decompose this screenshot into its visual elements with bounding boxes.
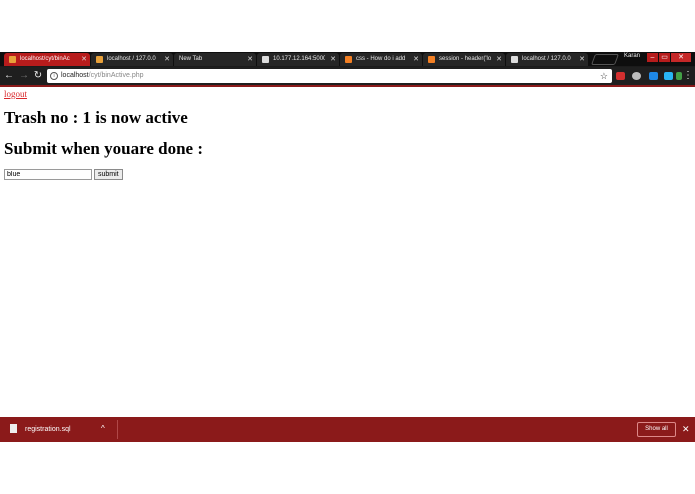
minimize-icon[interactable]: – <box>647 53 658 62</box>
browser-toolbar: ← → ↻ i localhost/cyt/binActive.php ☆ ⋮ <box>0 67 695 85</box>
extension-gray-icon[interactable] <box>632 72 641 80</box>
forward-icon[interactable]: → <box>18 69 30 83</box>
document-favicon-icon <box>511 56 518 63</box>
url-host: localhost <box>61 72 89 79</box>
tab-localhost-2[interactable]: localhost / 127.0.0 ✕ <box>506 53 588 66</box>
green-extension-icon[interactable] <box>676 72 682 80</box>
tab-title: localhost / 127.0.0 <box>107 56 156 62</box>
close-tab-icon[interactable]: ✕ <box>413 53 419 66</box>
adblock-icon[interactable] <box>616 72 625 80</box>
back-icon[interactable]: ← <box>3 69 15 83</box>
prompt-heading: Submit when youare done : <box>4 139 203 158</box>
download-file-name[interactable]: registration.sql <box>25 426 71 433</box>
close-tab-icon[interactable]: ✕ <box>164 53 170 66</box>
close-tab-icon[interactable]: ✕ <box>247 53 253 66</box>
tab-new-tab[interactable]: New Tab ✕ <box>174 53 256 66</box>
tab-phpmyadmin[interactable]: localhost / 127.0.0 ✕ <box>91 53 173 66</box>
toolbar-divider <box>0 85 695 87</box>
bookmark-star-icon[interactable]: ☆ <box>600 69 608 83</box>
menu-icon[interactable]: ⋮ <box>683 69 693 83</box>
tab-title: localhost/cyt/binAc <box>20 56 70 62</box>
phpmyadmin-favicon-icon <box>96 56 103 63</box>
info-icon[interactable]: i <box>50 72 58 80</box>
tab-strip: localhost/cyt/binAc ✕ localhost / 127.0.… <box>0 52 695 66</box>
page-content: logout Trash no : 1 is now active Submit… <box>4 89 203 181</box>
url-path: /cyt/binActive.php <box>88 72 144 79</box>
show-all-button[interactable]: Show all <box>637 422 676 437</box>
close-tab-icon[interactable]: ✕ <box>496 53 502 66</box>
page-favicon-icon <box>9 56 16 63</box>
color-input[interactable] <box>4 169 92 180</box>
tab-title: session - header('lo <box>439 56 491 62</box>
submit-button[interactable]: submit <box>94 169 123 180</box>
tab-title: New Tab <box>179 56 203 62</box>
logout-link[interactable]: logout <box>4 89 203 99</box>
close-tab-icon[interactable]: ✕ <box>330 53 336 66</box>
close-tab-icon[interactable]: ✕ <box>81 53 87 66</box>
tab-title: css - How do i add <box>356 56 406 62</box>
tab-title: localhost / 127.0.0 <box>522 56 571 62</box>
file-icon <box>10 424 17 433</box>
tab-binactive[interactable]: localhost/cyt/binAc ✕ <box>4 53 90 66</box>
window-close-icon[interactable]: ✕ <box>671 53 691 62</box>
new-tab-button[interactable] <box>590 54 620 65</box>
tab-title: 10.177.12.164:5000 <box>273 56 325 62</box>
address-bar[interactable]: i localhost/cyt/binActive.php ☆ <box>47 69 612 83</box>
stackoverflow-favicon-icon <box>345 56 352 63</box>
submit-form: submit <box>4 169 203 181</box>
close-tab-icon[interactable]: ✕ <box>579 53 585 66</box>
stackoverflow-favicon-icon <box>428 56 435 63</box>
download-divider <box>117 420 118 439</box>
browser-chrome: localhost/cyt/binAc ✕ localhost / 127.0.… <box>0 52 695 85</box>
reload-icon[interactable]: ↻ <box>32 69 44 83</box>
document-favicon-icon <box>262 56 269 63</box>
s-extension-icon[interactable] <box>649 72 658 80</box>
download-bar: registration.sql ^ Show all ✕ <box>0 417 695 442</box>
tab-stackoverflow-session[interactable]: session - header('lo ✕ <box>423 53 505 66</box>
status-heading: Trash no : 1 is now active <box>4 108 188 127</box>
restore-icon[interactable]: ▭ <box>659 53 670 62</box>
tab-ip-address[interactable]: 10.177.12.164:5000 ✕ <box>257 53 339 66</box>
cloud-extension-icon[interactable] <box>664 72 673 80</box>
chevron-up-icon[interactable]: ^ <box>101 424 105 433</box>
tab-stackoverflow-css[interactable]: css - How do i add ✕ <box>340 53 422 66</box>
close-icon[interactable]: ✕ <box>682 422 690 437</box>
profile-name[interactable]: Karan <box>624 53 640 59</box>
